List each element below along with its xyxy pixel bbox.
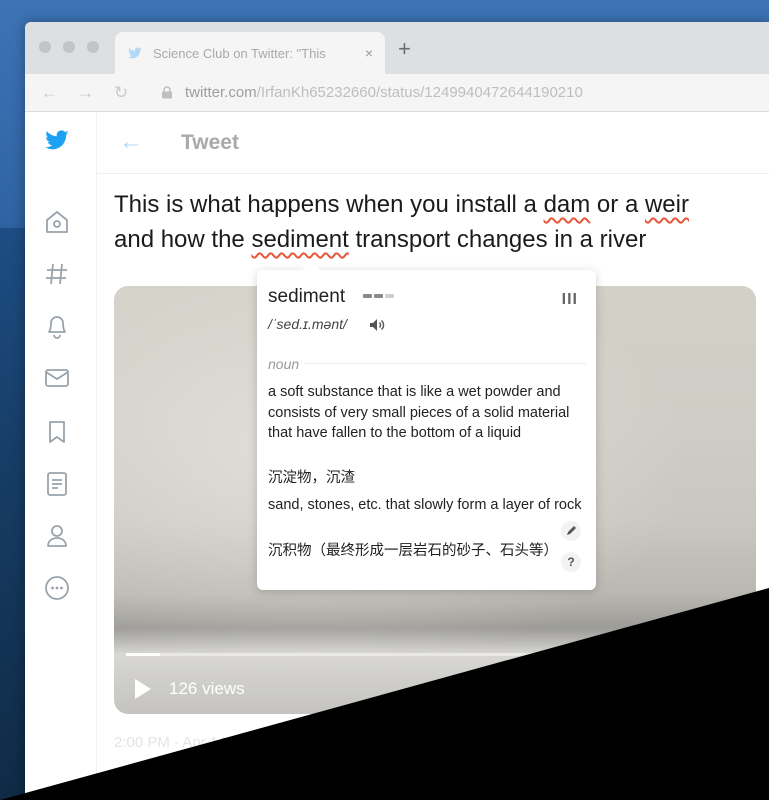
speaker-icon[interactable] (369, 318, 385, 332)
popup-divider (268, 363, 586, 364)
tweet-text-segment: and how the (114, 226, 252, 253)
explore-hash-icon[interactable] (43, 260, 71, 288)
frequency-indicator (363, 294, 394, 298)
twitter-favicon-icon (127, 45, 143, 61)
help-button[interactable]: ? (561, 552, 581, 572)
home-icon[interactable] (43, 208, 71, 236)
bookmarks-icon[interactable] (43, 418, 71, 446)
tab-close-icon[interactable]: × (365, 45, 373, 61)
back-arrow-button[interactable]: ← (119, 128, 143, 156)
url-input[interactable]: twitter.com/IrfanKh65232660/status/12499… (185, 84, 583, 101)
minimize-window-button[interactable] (63, 41, 75, 53)
word-weir[interactable]: weir (645, 191, 689, 218)
back-icon[interactable]: ← (41, 83, 58, 103)
profile-icon[interactable] (43, 522, 71, 550)
twitter-logo-icon[interactable] (43, 126, 71, 154)
browser-tab[interactable]: Science Club on Twitter: "This × (115, 32, 385, 74)
translation-1: 沉淀物，沉渣 (268, 470, 355, 486)
url-path: /IrfanKh65232660/status/1249940472644190… (256, 84, 583, 101)
tweet-text: This is what happens when you install a … (114, 187, 754, 257)
tweet-text-segment: or a (590, 191, 645, 218)
browser-window: Science Club on Twitter: "This × + ← → ↻… (25, 22, 769, 800)
popup-pointer (302, 261, 320, 270)
twitter-sidebar (25, 112, 97, 800)
popup-headword: sediment (268, 286, 346, 307)
dictionary-popup: sediment III /ˈsed.ɪ.mənt/ noun a soft s… (257, 261, 596, 590)
translation-2: 沉积物（最终形成一层岩石的砂子、石头等） (268, 543, 558, 559)
view-count: 126 views (169, 679, 245, 698)
lock-icon[interactable] (161, 86, 173, 99)
tweet-text-segment: This is what happens when you install a (114, 191, 544, 218)
part-of-speech: noun (268, 356, 306, 372)
zoom-window-button[interactable] (87, 41, 99, 53)
definition-2: sand, stones, etc. that slowly form a la… (268, 497, 582, 513)
tweet-header: ← Tweet (97, 112, 769, 174)
close-window-button[interactable] (39, 41, 51, 53)
tweet-timestamp[interactable]: 2:00 PM · Apr 14, 20 (114, 734, 252, 751)
frequency-segment (374, 294, 383, 298)
phonetic: /ˈsed.ɪ.mənt/ (268, 316, 347, 332)
frequency-segment (363, 294, 372, 298)
tab-bar: Science Club on Twitter: "This × + (25, 22, 769, 74)
address-bar: ← → ↻ twitter.com/IrfanKh65232660/status… (25, 74, 769, 112)
tab-title: Science Club on Twitter: "This (153, 45, 326, 61)
video-progress-track[interactable] (126, 653, 746, 656)
new-tab-button[interactable]: + (398, 36, 411, 62)
word-sediment[interactable]: sediment (251, 226, 348, 253)
url-host: twitter.com (185, 84, 257, 101)
messages-mail-icon[interactable] (43, 364, 71, 392)
video-progress-fill (126, 653, 160, 656)
play-icon[interactable] (134, 678, 152, 700)
definition-1: a soft substance that is like a wet powd… (268, 384, 570, 441)
tweet-text-segment: transport changes in a river (348, 226, 647, 253)
page-title: Tweet (181, 131, 239, 154)
lists-icon[interactable] (43, 470, 71, 498)
popup-menu-button[interactable]: III (562, 291, 578, 309)
more-icon[interactable] (43, 574, 71, 602)
word-dam[interactable]: dam (544, 191, 591, 218)
reload-icon[interactable]: ↻ (114, 83, 128, 103)
notifications-bell-icon[interactable] (43, 312, 71, 340)
edit-pencil-icon[interactable] (561, 521, 581, 541)
forward-icon[interactable]: → (77, 83, 94, 103)
frequency-segment (385, 294, 394, 298)
